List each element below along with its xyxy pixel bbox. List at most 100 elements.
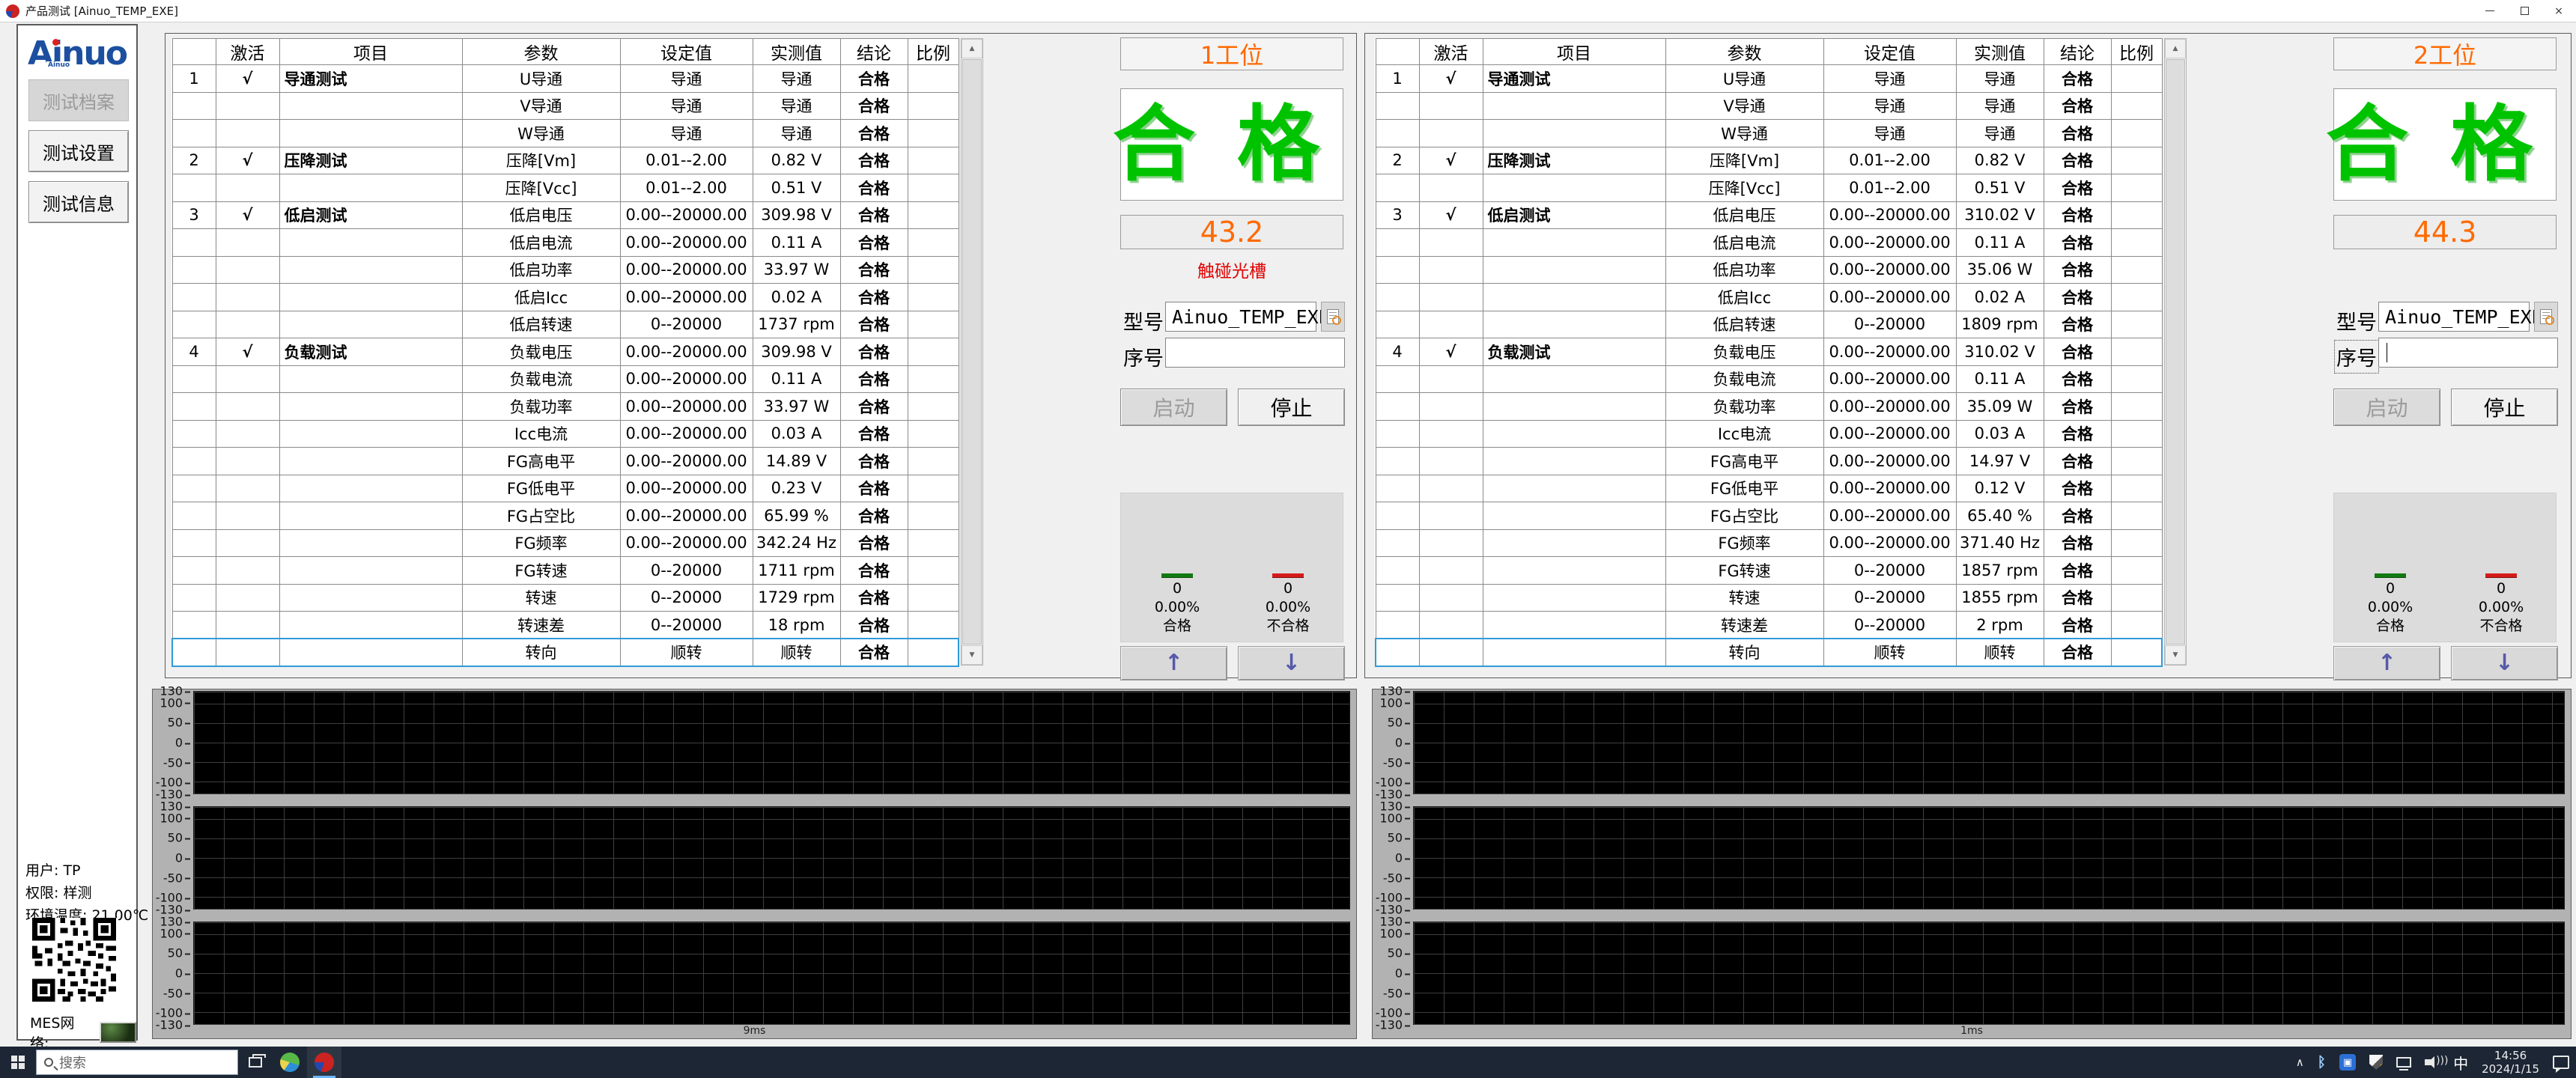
- ime-indicator[interactable]: 中: [2453, 1052, 2468, 1074]
- scrollbar-thumb[interactable]: [962, 59, 982, 645]
- cell-active-check: [1419, 557, 1483, 585]
- table-row[interactable]: 转速 0--20000 1729 rpm 合格: [172, 584, 959, 612]
- security-button[interactable]: [2369, 1055, 2383, 1070]
- sidebar-button-test-archive[interactable]: 测试档案: [28, 79, 129, 121]
- cell-rownum: [1376, 612, 1419, 639]
- table-row[interactable]: 2 √ 压降测试 压降[Vm] 0.01--2.00 0.82 V 合格: [1376, 147, 2162, 174]
- cell-ratio: [908, 338, 959, 366]
- table-row[interactable]: 负载功率 0.00--20000.00 35.09 W 合格: [1376, 393, 2162, 421]
- pinned-app-button[interactable]: [273, 1047, 307, 1078]
- table-row[interactable]: FG频率 0.00--20000.00 342.24 Hz 合格: [172, 529, 959, 557]
- start-button[interactable]: 启动: [2333, 389, 2440, 426]
- hidden-icons-chevron-icon[interactable]: ∧: [2296, 1056, 2304, 1069]
- y-axis-tick: 0: [1395, 851, 1410, 865]
- close-button[interactable]: ×: [2542, 0, 2576, 22]
- table-row[interactable]: FG高电平 0.00--20000.00 14.89 V 合格: [172, 448, 959, 475]
- table-row[interactable]: 转向 顺转 顺转 合格: [172, 639, 959, 666]
- table-row[interactable]: 2 √ 压降测试 压降[Vm] 0.01--2.00 0.82 V 合格: [172, 147, 959, 174]
- ainuo-app-button[interactable]: [307, 1047, 341, 1078]
- model-input[interactable]: Ainuo_TEMP_EXE: [2378, 302, 2530, 332]
- maximize-button[interactable]: [2507, 0, 2542, 22]
- table-row[interactable]: 低启Icc 0.00--20000.00 0.02 A 合格: [172, 284, 959, 311]
- table-row[interactable]: V导通 导通 导通 合格: [172, 92, 959, 120]
- table-row[interactable]: 低启转速 0--20000 1737 rpm 合格: [172, 311, 959, 338]
- table-row[interactable]: 3 √ 低启测试 低启电压 0.00--20000.00 309.98 V 合格: [172, 201, 959, 229]
- table-row[interactable]: W导通 导通 导通 合格: [172, 120, 959, 147]
- table-row[interactable]: 3 √ 低启测试 低启电压 0.00--20000.00 310.02 V 合格: [1376, 201, 2162, 229]
- table-row[interactable]: 转向 顺转 顺转 合格: [1376, 639, 2162, 666]
- minimize-button[interactable]: [2473, 0, 2507, 22]
- table-row[interactable]: 转速差 0--20000 2 rpm 合格: [1376, 612, 2162, 639]
- table-row[interactable]: 转速差 0--20000 18 rpm 合格: [172, 612, 959, 639]
- scrollbar-up-icon[interactable]: ▲: [2165, 39, 2186, 58]
- serial-input[interactable]: [2378, 338, 2558, 368]
- cell-param: FG转速: [462, 557, 620, 585]
- table-row[interactable]: 负载电流 0.00--20000.00 0.11 A 合格: [172, 365, 959, 393]
- bluetooth-icon[interactable]: ᛒ: [2318, 1054, 2326, 1071]
- table-row[interactable]: W导通 导通 导通 合格: [1376, 120, 2162, 147]
- table-row[interactable]: FG转速 0--20000 1857 rpm 合格: [1376, 557, 2162, 585]
- model-search-button[interactable]: [2534, 302, 2558, 332]
- table-row[interactable]: FG转速 0--20000 1711 rpm 合格: [172, 557, 959, 585]
- taskbar-clock[interactable]: 14:56 2024/1/15: [2482, 1049, 2539, 1076]
- table-row[interactable]: 4 √ 负载测试 负载电压 0.00--20000.00 309.98 V 合格: [172, 338, 959, 366]
- sidebar-button-test-info[interactable]: 测试信息: [28, 181, 129, 223]
- table-row[interactable]: 1 √ 导通测试 U导通 导通 导通 合格: [172, 65, 959, 93]
- table-row[interactable]: 1 √ 导通测试 U导通 导通 导通 合格: [1376, 65, 2162, 93]
- scrollbar-up-icon[interactable]: ▲: [962, 39, 982, 58]
- cell-measured: 0.02 A: [1956, 284, 2044, 311]
- table-row[interactable]: FG低电平 0.00--20000.00 0.23 V 合格: [172, 475, 959, 502]
- task-view-button[interactable]: [238, 1047, 273, 1078]
- scroll-down-button[interactable]: ↓: [2451, 646, 2558, 680]
- table-row[interactable]: 压降[Vcc] 0.01--2.00 0.51 V 合格: [1376, 174, 2162, 202]
- cell-setvalue: 0.01--2.00: [620, 147, 753, 174]
- table-row[interactable]: 低启电流 0.00--20000.00 0.11 A 合格: [1376, 229, 2162, 257]
- stop-button[interactable]: 停止: [2451, 389, 2558, 426]
- start-button-taskbar[interactable]: [0, 1047, 36, 1078]
- table-row[interactable]: FG低电平 0.00--20000.00 0.12 V 合格: [1376, 475, 2162, 502]
- table-row[interactable]: 低启电流 0.00--20000.00 0.11 A 合格: [172, 229, 959, 257]
- stats-box: 0 0.00% 合格 0 0.00% 不合格: [1120, 493, 1343, 642]
- table-row[interactable]: 低启功率 0.00--20000.00 35.06 W 合格: [1376, 256, 2162, 284]
- cell-rownum: [1376, 420, 1419, 448]
- table-row[interactable]: 负载电流 0.00--20000.00 0.11 A 合格: [1376, 365, 2162, 393]
- action-center-button[interactable]: [2553, 1056, 2569, 1069]
- taskbar-search-box[interactable]: 搜索: [36, 1050, 238, 1075]
- table-row[interactable]: 4 √ 负载测试 负载电压 0.00--20000.00 310.02 V 合格: [1376, 338, 2162, 366]
- volume-button[interactable]: ))): [2425, 1056, 2440, 1068]
- table-row[interactable]: 低启功率 0.00--20000.00 33.97 W 合格: [172, 256, 959, 284]
- scrollbar-thumb[interactable]: [2166, 59, 2185, 645]
- network-button[interactable]: [2396, 1057, 2411, 1068]
- sidebar-button-test-settings[interactable]: 测试设置: [28, 130, 129, 172]
- cell-param: V导通: [462, 92, 620, 120]
- table-row[interactable]: 转速 0--20000 1855 rpm 合格: [1376, 584, 2162, 612]
- cell-setvalue: 0.00--20000.00: [620, 256, 753, 284]
- model-search-button[interactable]: [1321, 302, 1345, 332]
- scrollbar-down-icon[interactable]: ▼: [962, 645, 982, 665]
- table-scrollbar[interactable]: ▲ ▼: [2164, 38, 2187, 666]
- model-input[interactable]: Ainuo_TEMP_EXE: [1165, 302, 1316, 332]
- table-scrollbar[interactable]: ▲ ▼: [961, 38, 983, 666]
- table-row[interactable]: FG频率 0.00--20000.00 371.40 Hz 合格: [1376, 529, 2162, 557]
- table-row[interactable]: FG占空比 0.00--20000.00 65.99 % 合格: [172, 502, 959, 530]
- cell-setvalue: 0.00--20000.00: [1823, 448, 1956, 475]
- table-row[interactable]: 低启转速 0--20000 1809 rpm 合格: [1376, 311, 2162, 338]
- start-button[interactable]: 启动: [1120, 389, 1227, 426]
- table-row[interactable]: FG高电平 0.00--20000.00 14.97 V 合格: [1376, 448, 2162, 475]
- cell-ratio: [2111, 311, 2162, 338]
- table-row[interactable]: Icc电流 0.00--20000.00 0.03 A 合格: [1376, 420, 2162, 448]
- scroll-down-button[interactable]: ↓: [1238, 646, 1345, 680]
- table-row[interactable]: Icc电流 0.00--20000.00 0.03 A 合格: [172, 420, 959, 448]
- tray-app-button[interactable]: ▣: [2339, 1054, 2356, 1071]
- scrollbar-down-icon[interactable]: ▼: [2165, 645, 2186, 665]
- table-row[interactable]: FG占空比 0.00--20000.00 65.40 % 合格: [1376, 502, 2162, 530]
- table-row[interactable]: V导通 导通 导通 合格: [1376, 92, 2162, 120]
- scroll-up-button[interactable]: ↑: [2333, 646, 2440, 680]
- scroll-up-button[interactable]: ↑: [1120, 646, 1227, 680]
- table-row[interactable]: 负载功率 0.00--20000.00 33.97 W 合格: [172, 393, 959, 421]
- table-row[interactable]: 低启Icc 0.00--20000.00 0.02 A 合格: [1376, 284, 2162, 311]
- serial-input[interactable]: [1165, 338, 1345, 368]
- stop-button[interactable]: 停止: [1238, 389, 1345, 426]
- table-row[interactable]: 压降[Vcc] 0.01--2.00 0.51 V 合格: [172, 174, 959, 202]
- cell-active-check: √: [1419, 201, 1483, 229]
